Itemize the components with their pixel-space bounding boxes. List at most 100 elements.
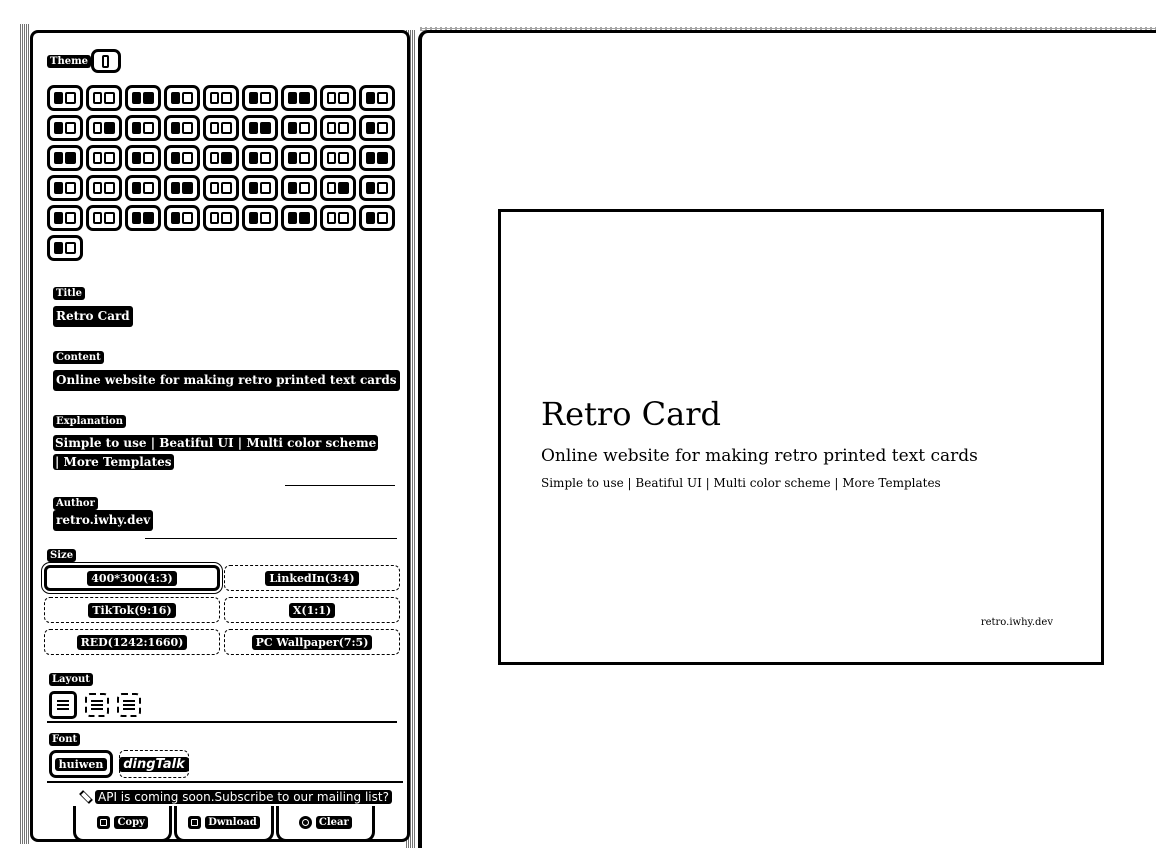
theme-swatch[interactable] bbox=[125, 85, 161, 111]
theme-swatch[interactable] bbox=[203, 115, 239, 141]
theme-swatch[interactable] bbox=[86, 145, 122, 171]
clear-button[interactable]: Clear bbox=[275, 806, 375, 842]
theme-swatch[interactable] bbox=[359, 85, 395, 111]
swatch-primary-icon bbox=[132, 182, 141, 194]
theme-swatch[interactable] bbox=[242, 145, 278, 171]
font-dingtalk-button[interactable]: dingTalk bbox=[119, 750, 189, 778]
layout-left-button[interactable] bbox=[49, 691, 77, 719]
size-option-button[interactable]: RED(1242:1660) bbox=[44, 629, 220, 655]
theme-swatch[interactable] bbox=[203, 175, 239, 201]
size-option-button[interactable]: PC Wallpaper(7:5) bbox=[224, 629, 400, 655]
theme-swatch[interactable] bbox=[125, 205, 161, 231]
swatch-secondary-icon bbox=[104, 152, 115, 164]
theme-swatch[interactable] bbox=[47, 115, 83, 141]
theme-label: Theme bbox=[47, 55, 92, 68]
title-input[interactable]: Retro Card bbox=[53, 306, 133, 327]
theme-swatch[interactable] bbox=[86, 85, 122, 111]
swatch-secondary-icon bbox=[65, 152, 76, 164]
theme-swatch[interactable] bbox=[320, 145, 356, 171]
explanation-input[interactable]: Simple to use | Beatiful UI | Multi colo… bbox=[53, 434, 383, 472]
theme-swatch[interactable] bbox=[242, 205, 278, 231]
author-input[interactable]: retro.iwhy.dev bbox=[53, 510, 154, 531]
swatch-secondary-icon bbox=[65, 92, 76, 104]
theme-swatch[interactable] bbox=[47, 145, 83, 171]
theme-swatch[interactable] bbox=[281, 145, 317, 171]
theme-swatch[interactable] bbox=[47, 235, 83, 261]
copy-button[interactable]: Copy bbox=[73, 806, 173, 842]
swatch-secondary-icon bbox=[377, 152, 388, 164]
swatch-secondary-icon bbox=[143, 152, 154, 164]
theme-swatch[interactable] bbox=[164, 205, 200, 231]
swatch-secondary-icon bbox=[299, 152, 310, 164]
theme-swatch[interactable] bbox=[86, 175, 122, 201]
theme-swatch[interactable] bbox=[164, 145, 200, 171]
theme-swatch[interactable] bbox=[203, 205, 239, 231]
theme-swatch[interactable] bbox=[320, 205, 356, 231]
swatch-primary-icon bbox=[54, 242, 63, 254]
theme-swatch[interactable] bbox=[359, 145, 395, 171]
theme-swatch[interactable] bbox=[281, 175, 317, 201]
theme-swatch[interactable] bbox=[242, 85, 278, 111]
theme-swatch[interactable] bbox=[281, 85, 317, 111]
theme-swatch[interactable] bbox=[86, 205, 122, 231]
theme-swatch[interactable] bbox=[281, 205, 317, 231]
theme-swatch[interactable] bbox=[320, 85, 356, 111]
swatch-primary-icon bbox=[171, 152, 180, 164]
size-option-button[interactable]: X(1:1) bbox=[224, 597, 400, 623]
content-input[interactable]: Online website for making retro printed … bbox=[53, 370, 400, 391]
swatch-secondary-icon bbox=[182, 212, 193, 224]
size-option-label: TikTok(9:16) bbox=[88, 602, 176, 618]
swatch-secondary-icon bbox=[104, 212, 115, 224]
swatch-primary-icon bbox=[288, 182, 297, 194]
theme-grid bbox=[47, 85, 407, 261]
api-notice[interactable]: API is coming soon.Subscribe to our mail… bbox=[79, 788, 392, 806]
theme-swatch[interactable] bbox=[164, 85, 200, 111]
theme-swatch[interactable] bbox=[203, 85, 239, 111]
swatch-secondary-icon bbox=[377, 182, 388, 194]
swatch-secondary-icon bbox=[143, 212, 154, 224]
download-button[interactable]: Dwnload bbox=[174, 806, 274, 842]
theme-swatch[interactable] bbox=[242, 115, 278, 141]
theme-swatch[interactable] bbox=[281, 115, 317, 141]
swatch-secondary-icon bbox=[65, 182, 76, 194]
font-huiwen-button[interactable]: huiwen bbox=[49, 750, 113, 778]
swatch-primary-icon bbox=[366, 92, 375, 104]
size-option-button[interactable]: LinkedIn(3:4) bbox=[224, 565, 400, 591]
swatch-secondary-icon bbox=[260, 152, 271, 164]
swatch-secondary-icon bbox=[221, 122, 232, 134]
swatch-primary-icon bbox=[249, 212, 258, 224]
current-theme-swatch[interactable] bbox=[91, 49, 121, 73]
swatch-secondary-icon bbox=[338, 152, 349, 164]
theme-swatch[interactable] bbox=[125, 115, 161, 141]
theme-swatch[interactable] bbox=[47, 85, 83, 111]
swatch-primary-icon bbox=[54, 212, 63, 224]
theme-swatch[interactable] bbox=[125, 145, 161, 171]
swatch-secondary-icon bbox=[104, 92, 115, 104]
theme-swatch[interactable] bbox=[359, 205, 395, 231]
swatch-secondary-icon bbox=[299, 122, 310, 134]
swatch-primary-icon bbox=[327, 122, 336, 134]
theme-swatch[interactable] bbox=[164, 115, 200, 141]
theme-swatch[interactable] bbox=[86, 115, 122, 141]
layout-center-button[interactable] bbox=[85, 693, 109, 717]
theme-swatch[interactable] bbox=[164, 175, 200, 201]
theme-swatch[interactable] bbox=[203, 145, 239, 171]
layout-justify-button[interactable] bbox=[117, 693, 141, 717]
theme-swatch[interactable] bbox=[47, 175, 83, 201]
swatch-secondary-icon bbox=[65, 212, 76, 224]
swatch-secondary-icon bbox=[260, 92, 271, 104]
explanation-text: Simple to use | Beatiful UI | Multi colo… bbox=[53, 435, 379, 470]
size-option-button[interactable]: 400*300(4:3) bbox=[44, 565, 220, 591]
swatch-secondary-icon bbox=[65, 242, 76, 254]
theme-swatch[interactable] bbox=[242, 175, 278, 201]
theme-swatch[interactable] bbox=[125, 175, 161, 201]
theme-swatch[interactable] bbox=[359, 115, 395, 141]
theme-swatch[interactable] bbox=[359, 175, 395, 201]
swatch-primary-icon bbox=[171, 212, 180, 224]
theme-swatch[interactable] bbox=[320, 115, 356, 141]
size-option-button[interactable]: TikTok(9:16) bbox=[44, 597, 220, 623]
swatch-secondary-icon bbox=[221, 212, 232, 224]
theme-swatch[interactable] bbox=[47, 205, 83, 231]
theme-swatch[interactable] bbox=[320, 175, 356, 201]
swatch-primary-icon bbox=[93, 92, 102, 104]
